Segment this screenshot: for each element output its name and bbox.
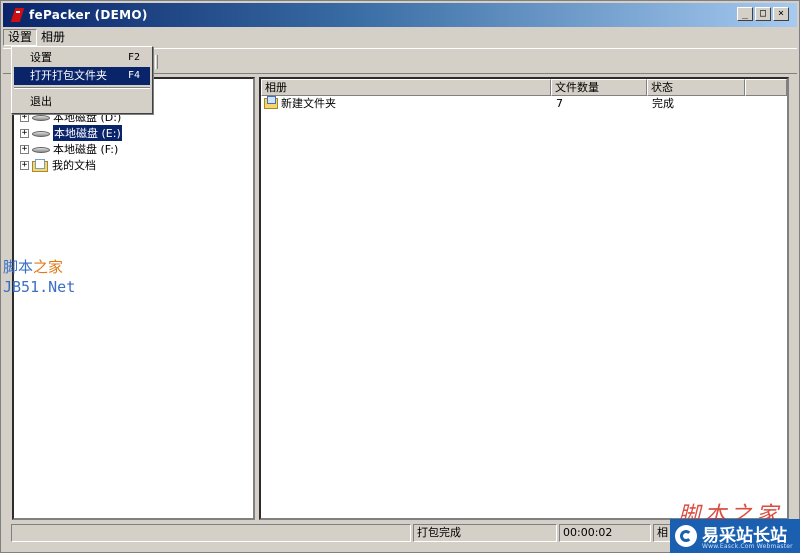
folder-tree[interactable]: + 本地磁盘 (D:) + 本地磁盘 (E:) + 本地磁盘 (F:) + 我的… <box>12 77 255 520</box>
watermark-site-url: JB51.Net <box>3 278 76 296</box>
drive-icon <box>32 129 50 138</box>
menu-item-exit[interactable]: 退出 <box>14 93 150 111</box>
menu-item-label: 设置 <box>30 51 52 64</box>
status-message: 打包完成 <box>413 524 557 542</box>
watermark-text-a: 脚本 <box>3 258 34 276</box>
menu-item-settings[interactable]: 设置 F2 <box>14 49 150 67</box>
menu-item-label: 打开打包文件夹 <box>30 69 107 82</box>
minimize-button[interactable]: _ <box>737 7 753 21</box>
menu-item-label: 退出 <box>30 95 52 108</box>
tree-item-label: 本地磁盘 (F:) <box>53 143 119 156</box>
brand-logo-icon <box>675 525 697 547</box>
menu-item-open-package-folder[interactable]: 打开打包文件夹 F4 <box>14 67 150 85</box>
row-status: 完成 <box>652 97 674 110</box>
table-row[interactable]: 新建文件夹 <box>264 96 336 112</box>
album-icon <box>264 96 279 109</box>
drive-icon <box>32 145 50 154</box>
app-logo-icon <box>10 7 25 23</box>
brand-watermark: 易采站长站 Www.Easck.Com Webmaster <box>670 519 800 553</box>
tree-item-drive-e[interactable]: + 本地磁盘 (E:) <box>20 124 123 142</box>
status-cell-empty <box>11 524 411 542</box>
window-controls: _ □ × <box>737 7 789 21</box>
column-header-count[interactable]: 文件数量 <box>551 79 647 96</box>
tree-item-drive-f[interactable]: + 本地磁盘 (F:) <box>20 141 118 157</box>
column-header-album[interactable]: 相册 <box>261 79 551 96</box>
tree-item-my-documents[interactable]: + 我的文档 <box>20 157 96 173</box>
toolbar-grip[interactable] <box>155 55 158 69</box>
maximize-button[interactable]: □ <box>755 7 771 21</box>
row-file-count: 7 <box>556 97 563 110</box>
status-elapsed-time: 00:00:02 <box>559 524 651 542</box>
menu-separator <box>14 87 150 89</box>
expand-icon[interactable]: + <box>20 160 29 170</box>
folder-icon <box>32 158 49 172</box>
title-bar[interactable]: fePacker (DEMO) _ □ × <box>3 3 797 27</box>
watermark-text-b: 之家 <box>33 258 64 276</box>
tree-item-label: 我的文档 <box>52 159 96 172</box>
brand-subtitle: Www.Easck.Com Webmaster <box>702 543 793 550</box>
watermark-site-name: 脚本之家 <box>3 258 63 276</box>
close-button[interactable]: × <box>773 7 789 21</box>
column-header-empty <box>745 79 787 96</box>
menu-item-shortcut: F2 <box>127 52 140 63</box>
row-album-name: 新建文件夹 <box>281 97 336 110</box>
expand-icon[interactable]: + <box>20 144 29 154</box>
menu-item-shortcut: F4 <box>127 70 140 81</box>
menu-album[interactable]: 相册 <box>37 29 69 46</box>
album-list[interactable]: 相册 文件数量 状态 新建文件夹 7 完成 <box>259 77 789 520</box>
menu-bar: 设置 相册 <box>3 28 797 47</box>
settings-menu-dropdown: 设置 F2 打开打包文件夹 F4 退出 <box>11 46 153 114</box>
column-header-status[interactable]: 状态 <box>647 79 745 96</box>
menu-settings[interactable]: 设置 <box>3 29 38 46</box>
window-title: fePacker (DEMO) <box>29 8 148 22</box>
tree-item-label: 本地磁盘 (E:) <box>52 124 123 142</box>
expand-icon[interactable]: + <box>20 128 29 138</box>
